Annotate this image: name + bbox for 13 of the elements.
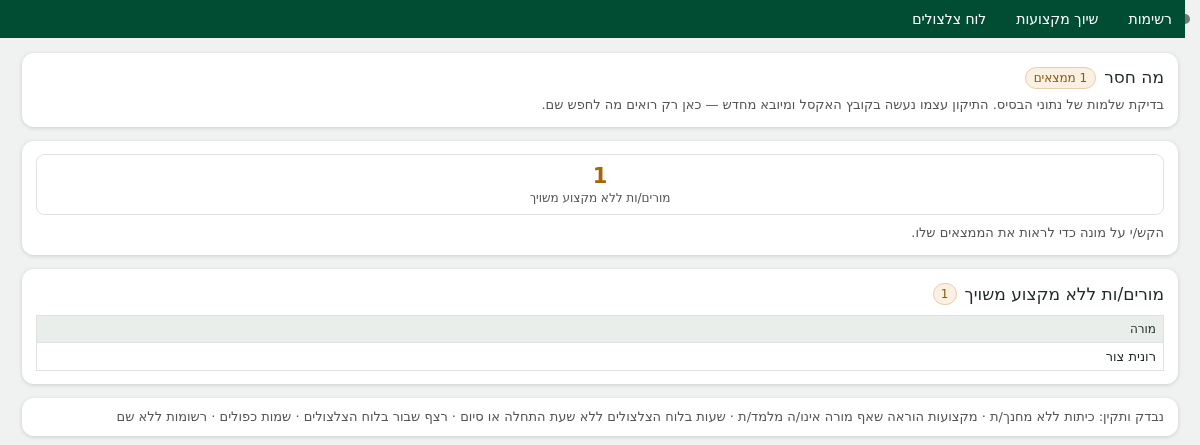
findings-badge: 1 ממצאים	[1024, 66, 1097, 89]
card-title: מה חסר	[1104, 66, 1164, 89]
nav-tab[interactable]: שיוך מקצועות	[1003, 0, 1112, 38]
count-badge: 1	[932, 283, 957, 306]
nav-tab[interactable]	[1185, 0, 1200, 38]
table-cell: רונית צור	[36, 342, 1164, 371]
column-header: מורה	[36, 315, 1164, 343]
hint-text: הקש/י על מונה כדי לראות את הממצאים שלו.	[910, 224, 1164, 242]
nav-tab[interactable]: לוח צלצולים	[899, 0, 1000, 38]
card-title: מורים/ות ללא מקצוע משויך	[964, 282, 1164, 306]
description-text: בדיקת שלמות של נתוני הבסיס. התיקון עצמו נעשה בקובץ האקסל ומיובא מחדש — כאן רק רואים מה לחפש שם.	[540, 95, 1164, 114]
nav-tab[interactable]: רשימות	[1115, 0, 1185, 38]
checked-list-text: נבדק ותקין: כיתות ללא מחנך/ת · מקצועות הוראה שאף מורה אינו/ה מלמד/ת · שעות בלוח הצלצולים ללא שעת התחלה או סיום · רצף שבור בלוח הצלצולים · שמות כפולים · רשומות ללא שם	[115, 408, 1164, 426]
